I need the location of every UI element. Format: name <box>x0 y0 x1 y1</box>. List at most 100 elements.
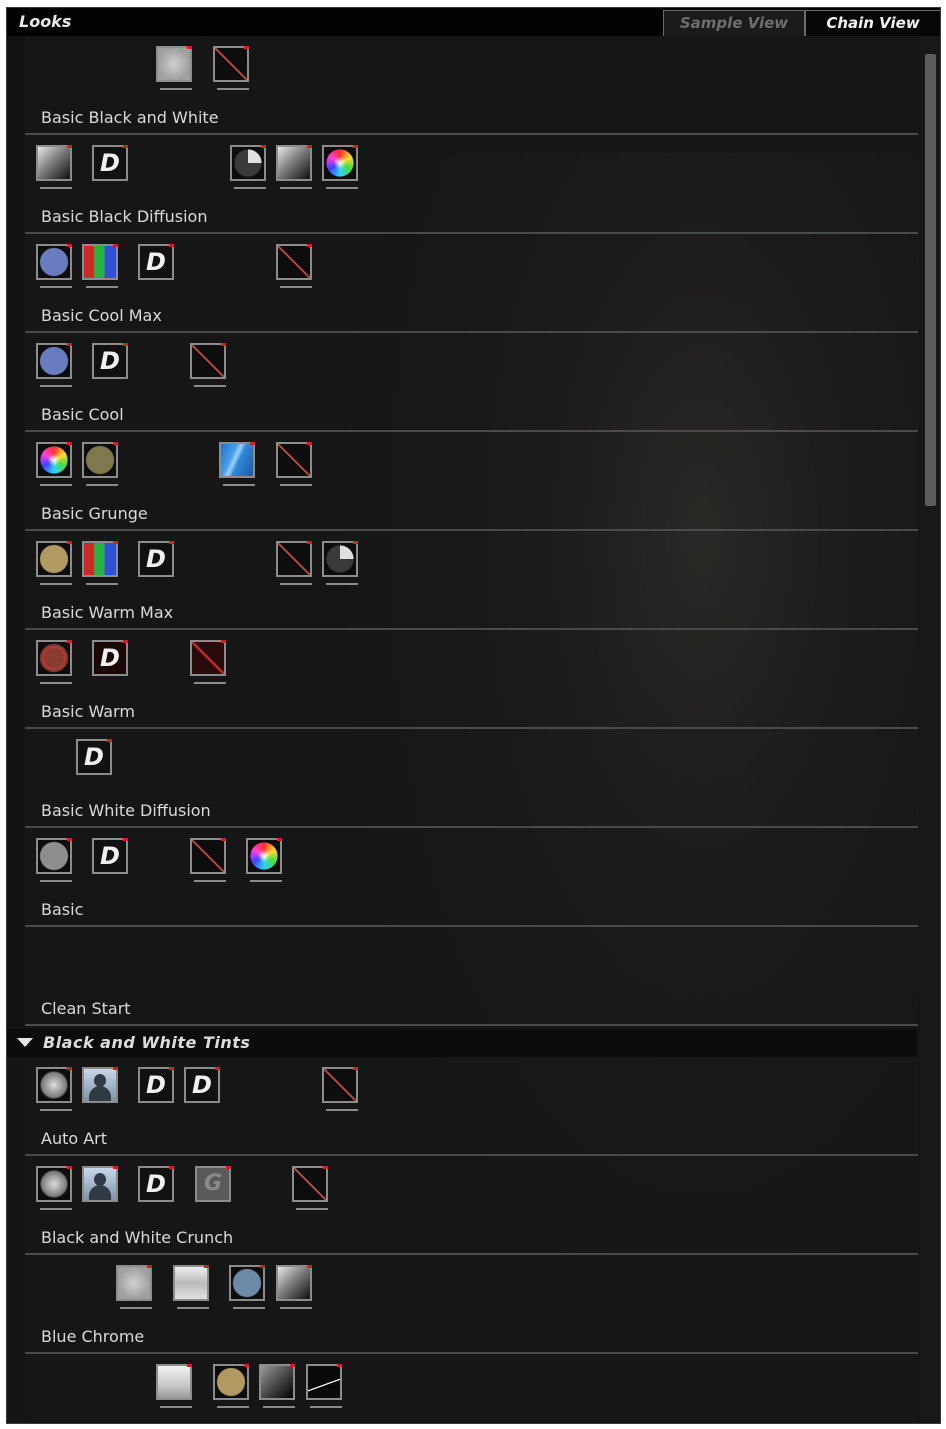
vertical-scrollbar[interactable] <box>920 36 940 1423</box>
warm-cool-filter-icon[interactable] <box>36 640 72 684</box>
diffusion-filter-icon[interactable]: D <box>92 640 128 676</box>
look-row-basic-warm-max[interactable]: D Basic Warm Max <box>25 531 918 630</box>
diffusion-filter-icon[interactable]: D <box>92 145 128 181</box>
tab-chain-view[interactable]: Chain View <box>805 10 940 36</box>
category-title: Black and White Tints <box>43 1033 251 1052</box>
contrast-filter-icon[interactable] <box>259 1364 295 1408</box>
curves-filter-icon[interactable] <box>276 442 312 486</box>
look-label: Clean Start <box>41 999 131 1018</box>
auto-levels-filter-icon[interactable] <box>82 541 118 585</box>
look-row-basic-cool-max[interactable]: D Basic Cool Max <box>25 234 918 333</box>
warm-cool-filter-icon[interactable] <box>82 442 118 486</box>
icon-caption <box>280 484 312 486</box>
tab-sample-view[interactable]: Sample View <box>663 10 805 36</box>
saturation-filter-icon[interactable] <box>36 442 72 486</box>
warm-cool-filter-icon[interactable] <box>229 1265 265 1309</box>
icon-caption <box>326 1109 358 1111</box>
look-row-basic-warm[interactable]: D Basic Warm <box>25 630 918 729</box>
icon-caption <box>40 1208 72 1210</box>
icon-caption <box>217 1406 249 1408</box>
look-row-basic-black-and-white[interactable]: Basic Black and White <box>25 36 918 135</box>
black-and-white-filter-icon[interactable] <box>156 46 192 90</box>
warm-cool-filter-icon[interactable] <box>36 541 72 585</box>
portrait-light-filter-icon[interactable] <box>82 1166 118 1202</box>
exposure-filter-icon[interactable] <box>230 145 266 189</box>
scrollbar-thumb[interactable] <box>925 54 936 506</box>
category-list[interactable]: D D Auto Art D G Black and White Crunch … <box>25 1057 918 1423</box>
look-row-black-and-white-crunch[interactable]: D G Black and White Crunch <box>25 1156 918 1255</box>
look-row-clean-start[interactable]: Clean Start <box>25 927 918 1026</box>
expand-triangle-icon[interactable] <box>17 1038 33 1047</box>
auto-levels-filter-icon[interactable] <box>82 244 118 288</box>
curves-filter-icon[interactable] <box>276 541 312 585</box>
icon-caption <box>86 484 118 486</box>
icon-caption <box>326 187 358 189</box>
saturation-filter-icon[interactable] <box>322 145 358 189</box>
black-and-white-filter-icon[interactable] <box>156 1364 192 1408</box>
look-row-blue-chrome[interactable]: Blue Chrome <box>25 1255 918 1354</box>
diffusion-filter-icon[interactable]: D <box>92 838 128 874</box>
diffusion-filter-icon[interactable]: D <box>138 1166 174 1202</box>
film-grain-filter-icon[interactable] <box>219 442 255 486</box>
icon-caption <box>280 1307 312 1309</box>
icon-caption <box>40 187 72 189</box>
look-row-basic[interactable]: D Basic <box>25 828 918 927</box>
curves-filter-icon[interactable] <box>292 1166 328 1210</box>
exposure-filter-icon[interactable] <box>322 541 358 585</box>
saturation-filter-icon[interactable] <box>246 838 282 882</box>
category-header-black-and-white-tints[interactable]: Black and White Tints <box>7 1029 917 1057</box>
icon-caption <box>177 1307 209 1309</box>
icon-caption <box>233 1307 265 1309</box>
curves-filter-icon[interactable] <box>276 244 312 288</box>
look-row-auto-art[interactable]: D D Auto Art <box>25 1057 918 1156</box>
icon-caption <box>280 187 312 189</box>
looks-panel: Looks Sample View Chain View Basic Black… <box>6 7 941 1424</box>
saturation-filter-icon[interactable] <box>36 1067 72 1111</box>
icon-caption <box>40 583 72 585</box>
warm-cool-filter-icon[interactable] <box>36 244 72 288</box>
look-label: Basic Warm Max <box>41 603 174 622</box>
contrast-filter-icon[interactable] <box>276 145 312 189</box>
look-label: Basic <box>41 900 84 919</box>
icon-caption <box>40 1109 72 1111</box>
contrast-filter-icon[interactable] <box>276 1265 312 1309</box>
diffusion-filter-icon[interactable]: D <box>138 244 174 280</box>
look-label: Black and White Crunch <box>41 1228 234 1247</box>
icon-caption <box>160 88 192 90</box>
curves-filter-icon[interactable] <box>190 343 226 387</box>
warm-cool-filter-icon[interactable] <box>36 838 72 882</box>
vignette-filter-icon[interactable] <box>116 1265 152 1309</box>
icon-caption <box>40 385 72 387</box>
saturation-filter-icon[interactable] <box>36 1166 72 1210</box>
look-row-basic-black-diffusion[interactable]: D Basic Black Diffusion <box>25 135 918 234</box>
warm-cool-filter-icon[interactable] <box>213 1364 249 1408</box>
black-and-white-filter-icon[interactable] <box>173 1265 209 1309</box>
diffusion-filter-icon[interactable]: D <box>138 541 174 577</box>
diffusion-filter-icon[interactable]: D <box>76 739 112 775</box>
icon-caption <box>250 880 282 882</box>
icon-caption <box>40 484 72 486</box>
warm-cool-filter-icon[interactable] <box>36 343 72 387</box>
icon-caption <box>234 187 266 189</box>
look-row-basic-cool[interactable]: D Basic Cool <box>25 333 918 432</box>
icon-caption <box>296 1208 328 1210</box>
curves-filter-icon[interactable] <box>322 1067 358 1111</box>
look-label: Auto Art <box>41 1129 108 1148</box>
look-row-basic-grunge[interactable]: Basic Grunge <box>25 432 918 531</box>
curves-filter-icon[interactable] <box>213 46 249 90</box>
portrait-light-filter-icon[interactable] <box>82 1067 118 1103</box>
diffusion-filter-icon[interactable]: D <box>92 343 128 379</box>
icon-caption <box>120 1307 152 1309</box>
film-grain-filter-icon[interactable]: G <box>195 1166 231 1202</box>
look-row-basic-white-diffusion[interactable]: D Basic White Diffusion <box>25 729 918 828</box>
contrast-filter-icon[interactable] <box>36 145 72 189</box>
shadow-curve-filter-icon[interactable] <box>306 1364 342 1408</box>
icon-caption <box>280 583 312 585</box>
diffusion-filter-icon[interactable]: D <box>184 1067 220 1103</box>
look-label: Basic White Diffusion <box>41 801 211 820</box>
look-row-partial[interactable] <box>25 1354 918 1423</box>
curves-filter-icon[interactable] <box>190 640 226 684</box>
look-label: Basic Grunge <box>41 504 148 523</box>
diffusion-filter-icon[interactable]: D <box>138 1067 174 1103</box>
curves-filter-icon[interactable] <box>190 838 226 882</box>
